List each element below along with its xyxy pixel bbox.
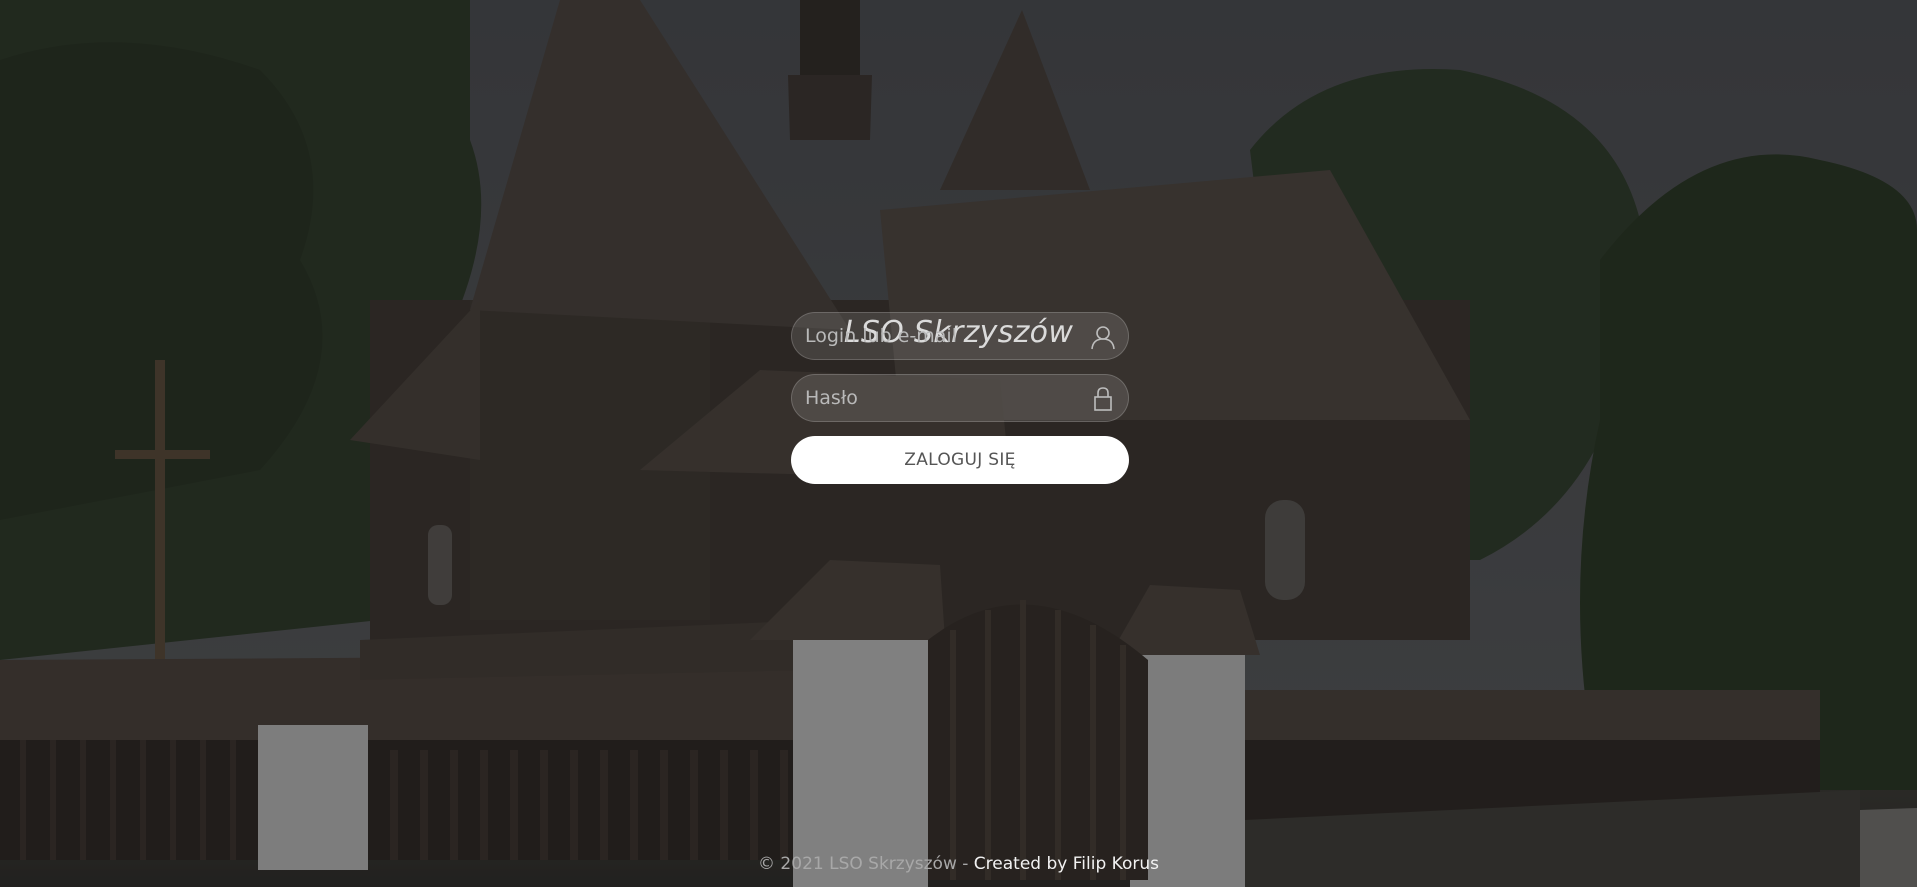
login-field: [791, 312, 1129, 360]
lock-icon: [1094, 387, 1112, 411]
footer-author-link[interactable]: Created by Filip Korus: [974, 854, 1159, 874]
login-page: LSO Skrzyszów ZALOGUJ SIĘ © 2021 LSO Skr…: [0, 0, 1917, 887]
user-icon: [1091, 326, 1115, 350]
password-field: [791, 374, 1129, 422]
footer-copyright: © 2021 LSO Skrzyszów -: [758, 854, 974, 874]
password-input[interactable]: [792, 375, 1128, 421]
login-form: ZALOGUJ SIĘ: [791, 312, 1129, 484]
login-button[interactable]: ZALOGUJ SIĘ: [791, 436, 1129, 484]
footer: © 2021 LSO Skrzyszów - Created by Filip …: [0, 854, 1917, 874]
login-input[interactable]: [792, 313, 1128, 359]
